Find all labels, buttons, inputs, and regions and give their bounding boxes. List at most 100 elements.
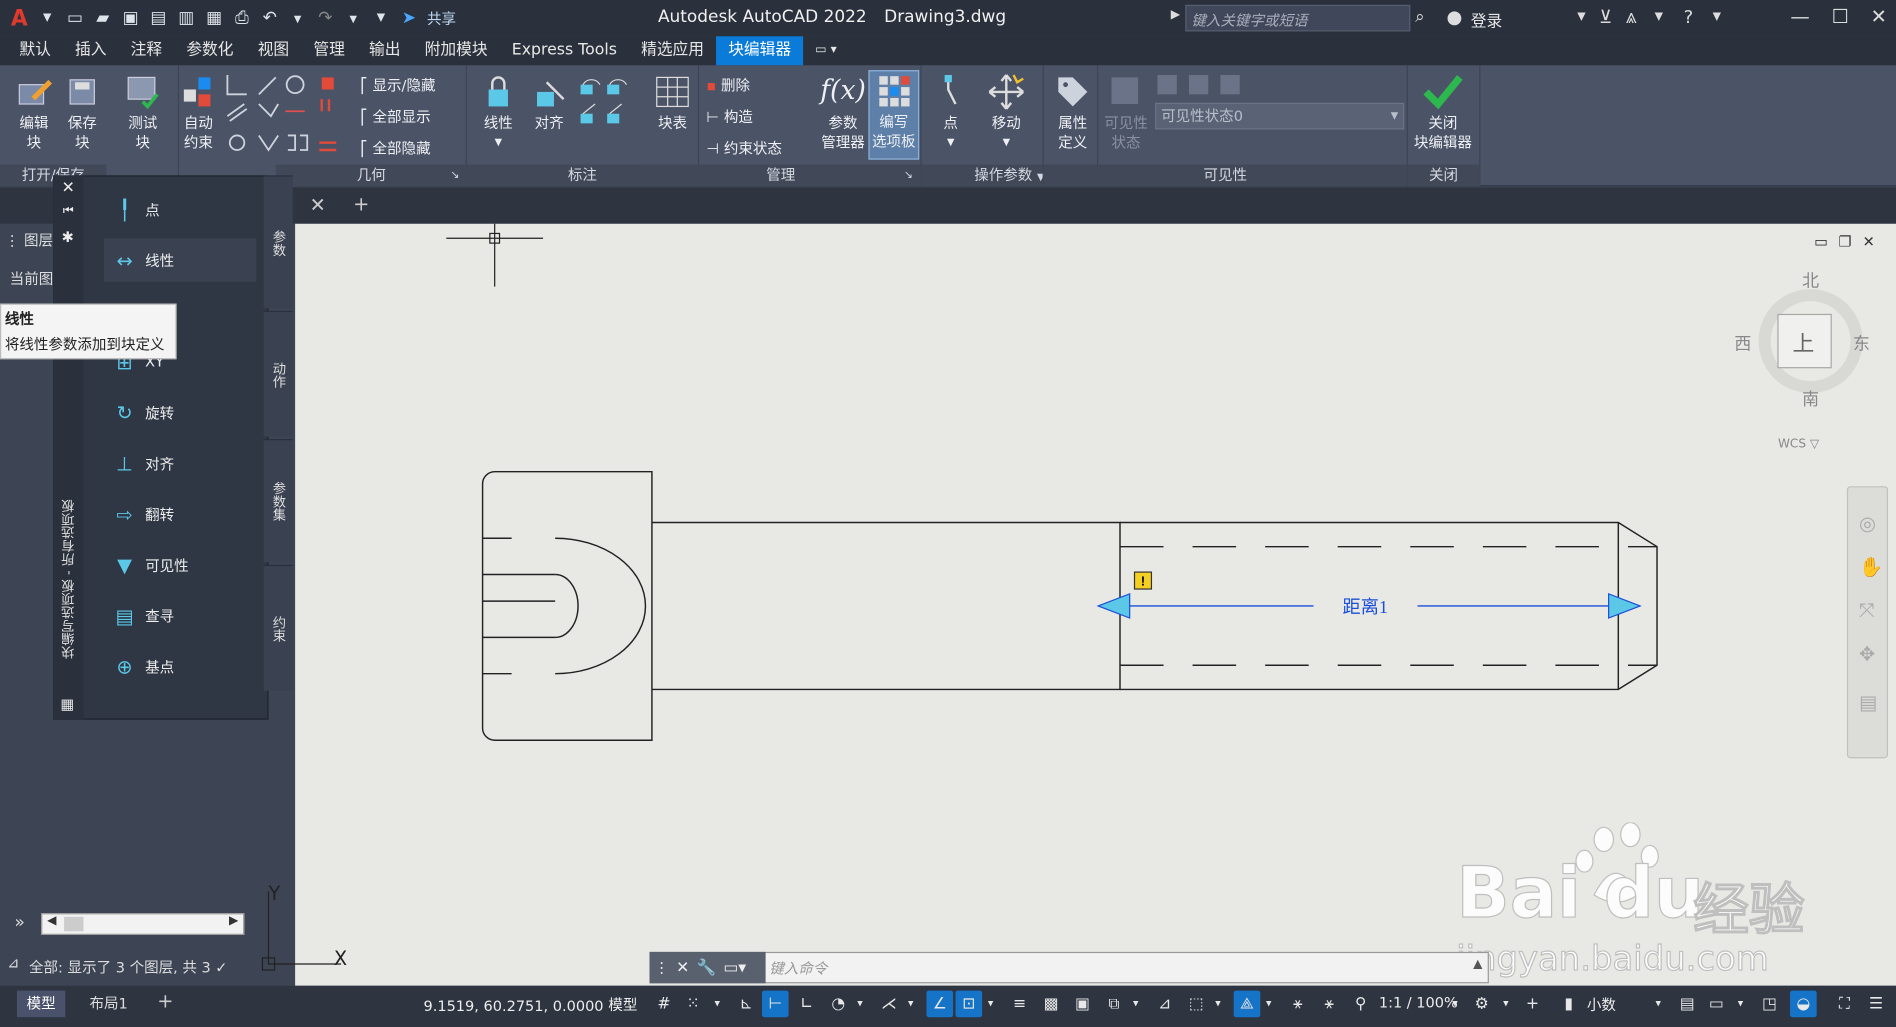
palette-side-tab-2[interactable]: 参数集: [263, 439, 293, 563]
close-icon[interactable]: ✕: [310, 194, 326, 217]
isolate-objects-icon[interactable]: ◳: [1756, 991, 1783, 1018]
new-tab-icon[interactable]: +: [353, 192, 369, 215]
print-icon[interactable]: ⎙: [230, 6, 254, 30]
infer-constraints-icon[interactable]: ⊾: [733, 991, 760, 1018]
authoring-palettes-button[interactable]: 编写 选项板: [868, 70, 920, 160]
help-icon[interactable]: ?: [1684, 6, 1694, 28]
tab-model[interactable]: 模型: [16, 990, 66, 1018]
chevron-down-icon[interactable]: ▼: [926, 133, 974, 152]
chevron-down-icon[interactable]: ▼: [980, 133, 1033, 152]
palette-item-8[interactable]: ▤ 查寻: [104, 594, 256, 638]
chevron-down-icon[interactable]: ▾: [1650, 991, 1667, 1018]
customize-qat-icon[interactable]: ▼: [369, 6, 393, 30]
gear-icon[interactable]: ⚙: [1468, 991, 1495, 1018]
close-icon[interactable]: ✕: [62, 179, 75, 197]
viewcube-north[interactable]: 北: [1802, 269, 1819, 293]
chevron-down-icon[interactable]: ▼: [474, 133, 522, 152]
chevron-down-icon[interactable]: ▼: [1577, 11, 1585, 23]
command-expand-icon[interactable]: ▲: [1473, 958, 1482, 971]
tab-9[interactable]: 精选应用: [629, 36, 716, 65]
share-label[interactable]: 共享: [427, 8, 456, 29]
minimize-icon[interactable]: —: [1790, 5, 1809, 28]
expand-panel-icon[interactable]: »: [15, 913, 25, 932]
plus-icon[interactable]: +: [1519, 991, 1546, 1018]
wrench-icon[interactable]: 🔧: [697, 959, 717, 977]
construct-button[interactable]: ⊢ 构造: [706, 106, 753, 127]
save-as-icon[interactable]: ▤: [146, 6, 170, 30]
viewcube-top-face[interactable]: 上: [1792, 327, 1814, 358]
tab-10[interactable]: 块编辑器: [716, 36, 804, 66]
command-input[interactable]: 键入命令: [769, 958, 827, 979]
close-icon[interactable]: ✕: [676, 959, 689, 977]
palette-item-1[interactable]: ↔ 线性: [104, 238, 257, 282]
undo-icon[interactable]: ↶: [258, 6, 282, 30]
tab-3[interactable]: 参数化: [174, 36, 245, 65]
tab-layout1[interactable]: 布局1: [80, 991, 138, 1018]
viewcube[interactable]: 北 南 东 西 上 WCS ▽: [1734, 272, 1869, 451]
selection-cycling-icon[interactable]: ▣: [1069, 991, 1096, 1018]
dynamic-input-icon[interactable]: ⊢: [761, 990, 789, 1018]
annotation-scale-icon[interactable]: ⚲: [1347, 991, 1374, 1018]
tab-6[interactable]: 输出: [357, 36, 413, 65]
steering-wheel-icon[interactable]: ◎: [1859, 512, 1876, 535]
object-snap-tracking-icon[interactable]: ∠: [926, 990, 954, 1018]
palette-item-6[interactable]: ⇨ 翻转: [104, 492, 256, 536]
selection-filter-icon[interactable]: ⬚: [1183, 991, 1210, 1018]
model-space-toggle[interactable]: 模型: [608, 994, 637, 1015]
close-icon[interactable]: ✕: [1871, 5, 1887, 28]
gizmo-icon[interactable]: ⟁: [1233, 990, 1261, 1018]
ribbon-minimize-icon[interactable]: ▭ ▾: [803, 36, 849, 65]
auto-hide-icon[interactable]: ⏮: [63, 204, 74, 217]
transparency-icon[interactable]: ▩: [1038, 991, 1065, 1018]
cart-icon[interactable]: ⊻: [1599, 6, 1612, 28]
aligned-constraint-button[interactable]: 对齐: [525, 73, 573, 133]
chevron-down-icon[interactable]: ▼: [1713, 11, 1721, 23]
chevron-down-icon[interactable]: ▼: [35, 6, 59, 30]
scroll-thumb[interactable]: [64, 916, 84, 932]
hardware-accel-icon[interactable]: ◒: [1790, 990, 1817, 1018]
grid-icon[interactable]: #: [651, 991, 678, 1018]
palette-item-7[interactable]: ▼ 可见性: [104, 543, 256, 587]
palette-side-tab-1[interactable]: 动作: [263, 310, 293, 437]
viewcube-west[interactable]: 西: [1734, 331, 1751, 355]
isometric-icon[interactable]: ⋌: [876, 991, 903, 1018]
test-block-button[interactable]: 测试 块: [119, 73, 167, 153]
delete-button[interactable]: ▪ 删除: [706, 75, 750, 96]
share-icon[interactable]: ➤: [397, 6, 421, 30]
panel-expand-icon[interactable]: ↘: [904, 164, 913, 186]
scroll-left-icon[interactable]: ◀: [47, 914, 56, 927]
chevron-down-icon[interactable]: ▾: [902, 991, 919, 1018]
units-dropdown[interactable]: 小数: [1587, 994, 1616, 1015]
annotation-scale[interactable]: 1:1 / 100%: [1379, 994, 1458, 1011]
open-folder-icon[interactable]: ▰: [91, 6, 115, 30]
param-manager-button[interactable]: f(x) 参数 管理器: [815, 73, 871, 153]
add-layout-icon[interactable]: +: [157, 989, 173, 1012]
redo-icon[interactable]: ↷: [313, 6, 337, 30]
save-block-button[interactable]: 保存 块: [58, 73, 106, 153]
viewcube-east[interactable]: 东: [1853, 331, 1870, 355]
wcs-dropdown[interactable]: WCS ▽: [1778, 438, 1819, 451]
chevron-down-icon[interactable]: ▼: [1655, 11, 1663, 23]
ortho-icon[interactable]: ∟: [793, 991, 820, 1018]
quick-properties-icon[interactable]: ▤: [1674, 991, 1701, 1018]
annotation-visibility-icon[interactable]: ⚹: [1284, 991, 1311, 1018]
recent-commands-icon[interactable]: ▭▾: [723, 959, 746, 977]
chevron-down-icon[interactable]: ▾: [1497, 991, 1514, 1018]
close-block-editor-button[interactable]: 关闭 块编辑器: [1405, 73, 1480, 153]
close-viewport-icon[interactable]: ✕: [1863, 233, 1875, 250]
tab-0[interactable]: 默认: [7, 36, 63, 65]
tab-1[interactable]: 插入: [63, 36, 119, 65]
chevron-down-icon[interactable]: ▾: [709, 991, 726, 1018]
linear-constraint-button[interactable]: 线性 ▼: [474, 73, 522, 153]
restore-viewport-icon[interactable]: ❐: [1838, 233, 1851, 250]
palette-side-tab-0[interactable]: 参数: [263, 175, 293, 309]
tab-2[interactable]: 注释: [119, 36, 175, 65]
palette-item-9[interactable]: ⊕ 基点: [104, 645, 256, 689]
visibility-states-button[interactable]: 可见性 状态: [1102, 73, 1150, 153]
lock-ui-icon[interactable]: ▭: [1703, 991, 1730, 1018]
palette-item-5[interactable]: ⊥ 对齐: [104, 441, 256, 485]
show-motion-icon[interactable]: ▤: [1859, 691, 1877, 714]
zoom-extents-icon[interactable]: ⤧: [1859, 599, 1874, 623]
chevron-right-icon[interactable]: ▶: [1171, 8, 1180, 21]
palette-item-4[interactable]: ↻ 旋转: [104, 391, 256, 435]
